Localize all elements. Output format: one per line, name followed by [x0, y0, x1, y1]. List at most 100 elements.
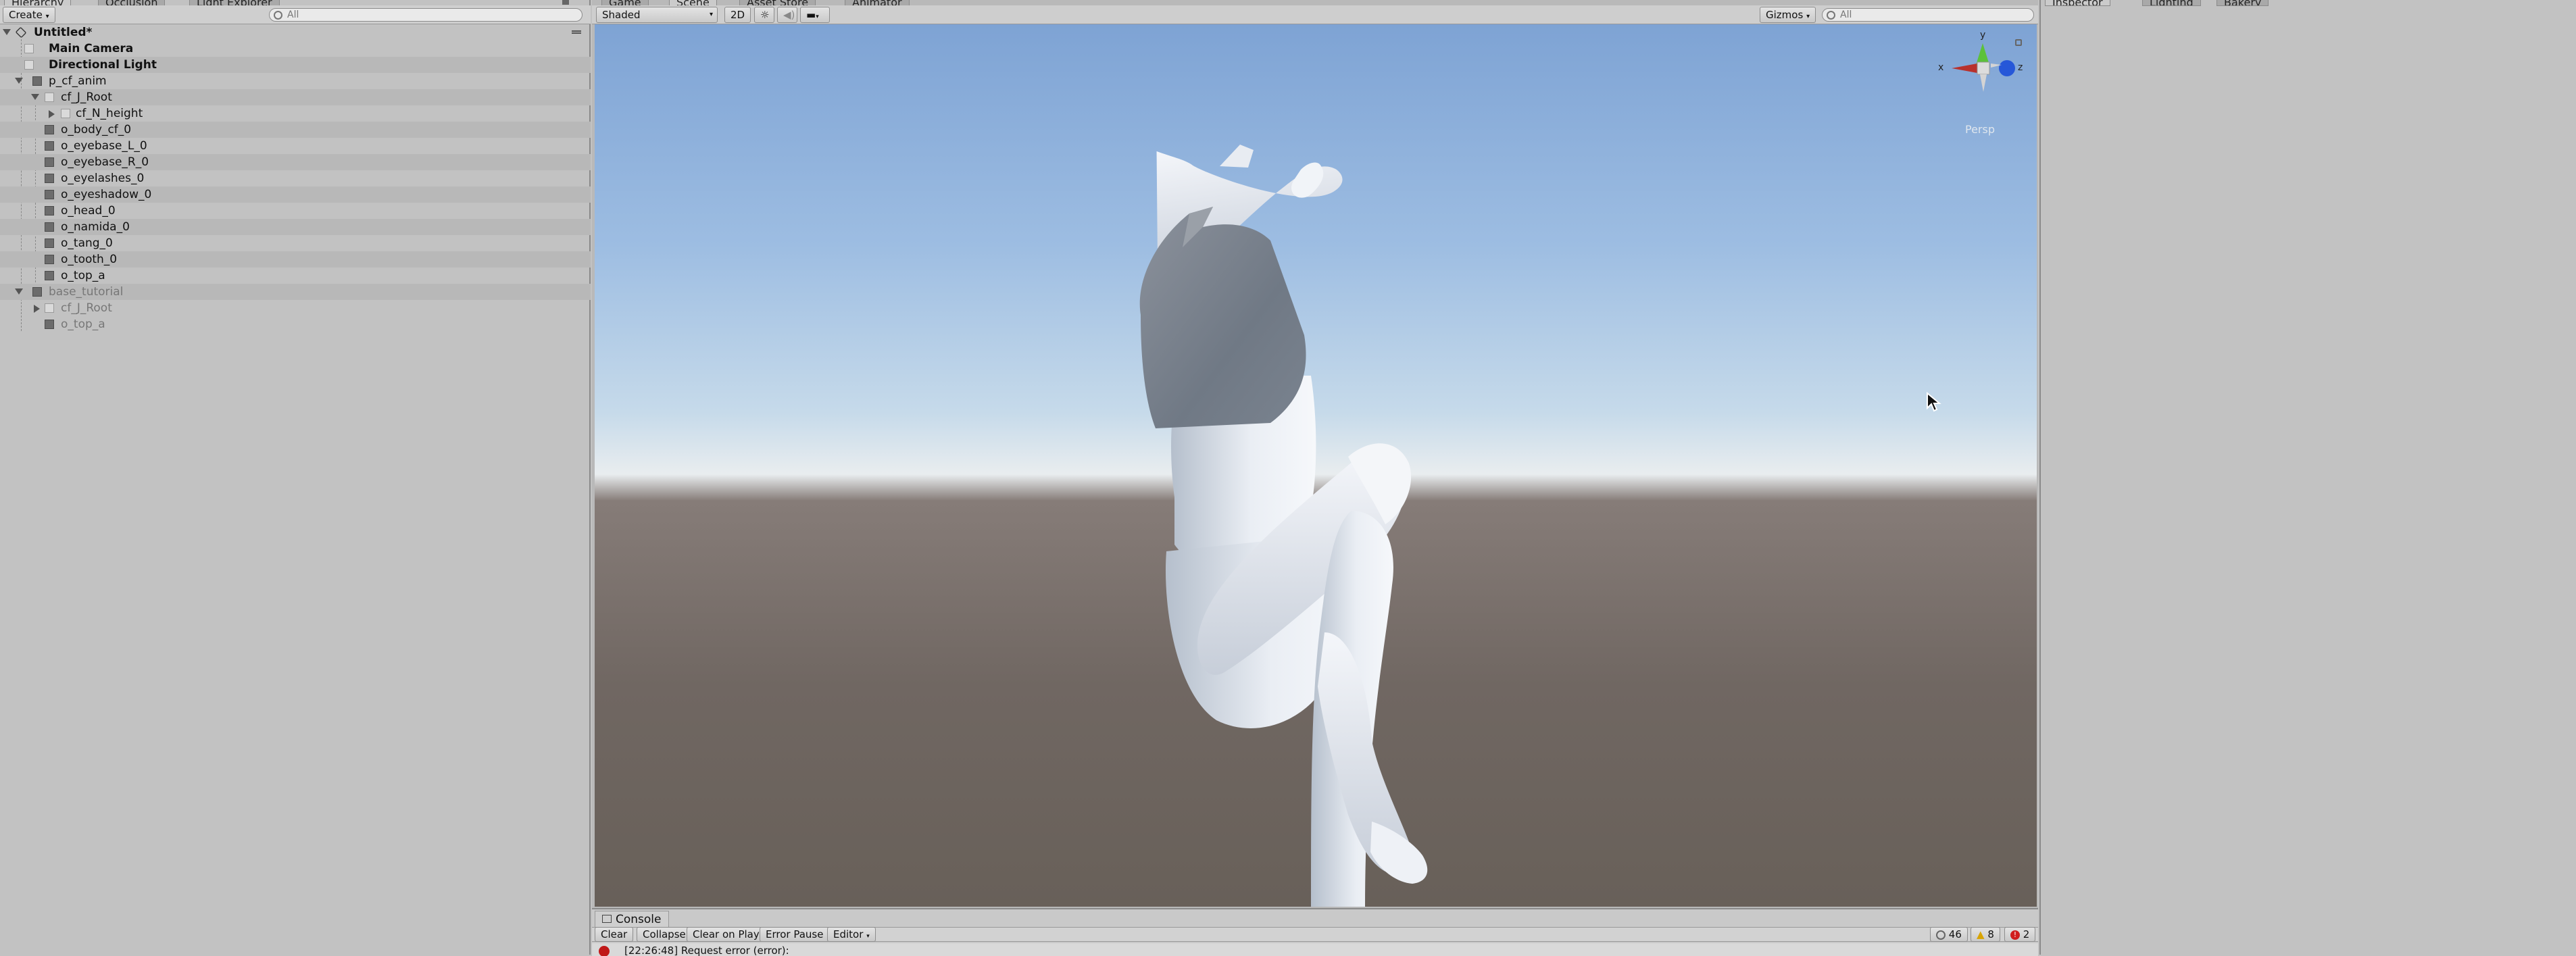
- dropdown-arrow-icon: ▾: [866, 933, 870, 940]
- scene-viewport[interactable]: y x z Persp: [595, 24, 2037, 907]
- prefab-icon: [32, 76, 42, 86]
- item-label: o_eyebase_L_0: [61, 139, 147, 153]
- hierarchy-item-o-top-a[interactable]: o_top_a: [0, 268, 591, 284]
- hierarchy-item-o-tooth-0[interactable]: o_tooth_0: [0, 251, 591, 268]
- item-label: Directional Light: [49, 58, 157, 72]
- 2d-toggle[interactable]: 2D: [724, 7, 751, 23]
- tab-console[interactable]: Console: [595, 911, 669, 927]
- gameobject-icon: [45, 303, 54, 313]
- mesh-icon: [45, 157, 54, 167]
- tab-inspector[interactable]: Inspector: [2045, 0, 2110, 6]
- mesh-icon: [45, 174, 54, 183]
- expand-arrow-icon[interactable]: [15, 288, 23, 295]
- item-label: o_head_0: [61, 204, 116, 218]
- console-warning-toggle[interactable]: ▲ 8: [1971, 927, 2000, 942]
- scene-name: Untitled*: [34, 26, 93, 39]
- console-editor-dropdown[interactable]: Editor ▾: [827, 927, 876, 942]
- mesh-icon: [45, 141, 54, 151]
- console-tab-label: Console: [616, 913, 662, 926]
- hierarchy-item-o-top-a-2[interactable]: o_top_a: [0, 316, 591, 332]
- item-label: cf_N_height: [76, 107, 143, 120]
- gameobject-icon: [45, 93, 54, 102]
- center-cube[interactable]: [1977, 61, 1990, 75]
- search-icon: [274, 11, 282, 20]
- projection-label[interactable]: Persp: [1965, 123, 1995, 136]
- audio-toggle[interactable]: ◀): [777, 7, 797, 23]
- collapse-label: Collapse: [643, 928, 686, 940]
- lighting-toggle[interactable]: ☼: [754, 7, 774, 23]
- shading-mode-dropdown[interactable]: Shaded ▾: [596, 7, 718, 23]
- clear-label: Clear: [601, 928, 628, 940]
- gizmos-dropdown[interactable]: Gizmos ▾: [1760, 7, 1816, 23]
- mesh-icon: [45, 190, 54, 199]
- hierarchy-item-cf-n-height[interactable]: cf_N_height: [0, 105, 591, 122]
- search-icon: [1827, 11, 1835, 20]
- hierarchy-item-p-cf-anim[interactable]: p_cf_anim: [0, 73, 591, 89]
- console-log-row[interactable]: [22:26:48] Request error (error):: [592, 943, 2038, 956]
- hierarchy-item-o-eyeshadow-0[interactable]: o_eyeshadow_0: [0, 186, 591, 203]
- expand-arrow-icon[interactable]: [31, 94, 39, 100]
- mesh-icon: [45, 320, 54, 329]
- orientation-gizmo[interactable]: y x z Persp: [1937, 30, 2029, 136]
- gizmos-label: Gizmos: [1766, 9, 1804, 21]
- item-label: p_cf_anim: [49, 74, 107, 88]
- lock-icon[interactable]: [2015, 39, 2022, 46]
- console-error-pause-button[interactable]: Error Pause: [760, 927, 830, 942]
- collapse-arrow-icon[interactable]: [49, 110, 55, 118]
- panel-menu-icon[interactable]: [562, 0, 569, 5]
- collapse-arrow-icon[interactable]: [34, 305, 40, 313]
- x-axis-label: x: [1938, 62, 1944, 73]
- expand-arrow-icon[interactable]: [15, 78, 23, 84]
- expand-arrow-icon[interactable]: [3, 29, 11, 35]
- scene-search-input[interactable]: All: [1822, 8, 2034, 22]
- tab-lighting[interactable]: Lighting: [2142, 0, 2201, 6]
- item-label: o_tang_0: [61, 236, 113, 250]
- item-label: o_eyeshadow_0: [61, 188, 152, 201]
- hierarchy-panel: Hierarchy Occlusion Light Explorer Creat…: [0, 0, 591, 955]
- item-label: o_body_cf_0: [61, 123, 132, 136]
- console-clear-button[interactable]: Clear: [595, 927, 634, 942]
- tab-bakery[interactable]: Bakery: [2216, 0, 2269, 6]
- character-model: [1139, 145, 1428, 907]
- item-label: o_eyebase_R_0: [61, 155, 149, 169]
- hierarchy-item-o-namida-0[interactable]: o_namida_0: [0, 219, 591, 235]
- console-clear-on-play-button[interactable]: Clear on Play: [687, 927, 766, 942]
- hierarchy-item-o-eyelashes-0[interactable]: o_eyelashes_0: [0, 170, 591, 186]
- console-info-toggle[interactable]: 46: [1930, 927, 1968, 942]
- z-axis-cone[interactable]: [1999, 60, 2015, 76]
- hierarchy-item-main-camera[interactable]: Main Camera: [0, 41, 591, 57]
- editor-label: Editor: [833, 928, 864, 940]
- z-axis-label: z: [2018, 62, 2023, 73]
- warning-count: 8: [1987, 928, 1994, 940]
- hierarchy-item-directional-light[interactable]: Directional Light: [0, 57, 591, 73]
- hierarchy-item-o-head-0[interactable]: o_head_0: [0, 203, 591, 219]
- hierarchy-item-base-tutorial[interactable]: base_tutorial: [0, 284, 591, 300]
- hierarchy-item-o-tang-0[interactable]: o_tang_0: [0, 235, 591, 251]
- hierarchy-item-o-body-cf-0[interactable]: o_body_cf_0: [0, 122, 591, 138]
- error-pause-label: Error Pause: [766, 928, 824, 940]
- x-axis-cone[interactable]: [1952, 64, 1977, 73]
- scene-menu-icon[interactable]: [572, 30, 581, 34]
- y-axis-label: y: [1980, 30, 1986, 41]
- scene-root-row[interactable]: Untitled*: [0, 24, 591, 41]
- console-collapse-button[interactable]: Collapse: [637, 927, 692, 942]
- hierarchy-item-cf-j-root-2[interactable]: cf_J_Root: [0, 300, 591, 316]
- inspector-panel: Inspector Lighting Bakery: [2039, 0, 2576, 955]
- effects-dropdown[interactable]: ▬▾: [800, 7, 830, 23]
- gameobject-icon: [24, 60, 34, 70]
- search-placeholder: All: [1840, 9, 1852, 20]
- hierarchy-item-o-eyebase-l-0[interactable]: o_eyebase_L_0: [0, 138, 591, 154]
- hierarchy-item-cf-j-root[interactable]: cf_J_Root: [0, 89, 591, 105]
- shading-mode-value: Shaded: [602, 9, 641, 21]
- item-label: o_top_a: [61, 318, 105, 331]
- mesh-icon: [45, 222, 54, 232]
- create-button[interactable]: Create ▾: [3, 7, 55, 23]
- y-axis-cone[interactable]: [1976, 43, 1989, 65]
- hierarchy-search-input[interactable]: All: [269, 8, 583, 22]
- error-icon: !: [2010, 930, 2020, 940]
- speaker-icon: ◀): [783, 9, 795, 21]
- console-error-toggle[interactable]: ! 2: [2004, 927, 2036, 942]
- console-panel: Console Clear Collapse Clear on Play Err…: [592, 908, 2038, 956]
- hierarchy-item-o-eyebase-r-0[interactable]: o_eyebase_R_0: [0, 154, 591, 170]
- neg-y-cone[interactable]: [1980, 74, 1987, 92]
